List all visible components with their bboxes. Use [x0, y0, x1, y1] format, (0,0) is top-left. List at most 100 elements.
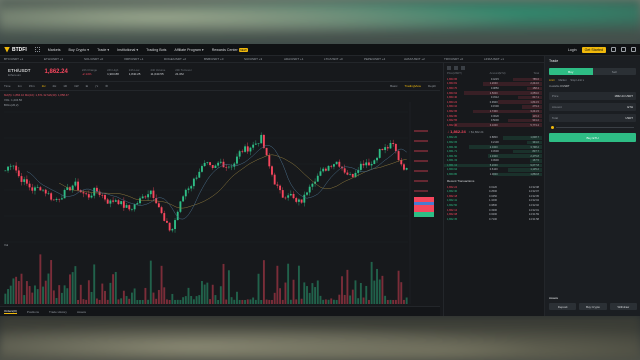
- buy-submit-button[interactable]: Buy ETH: [549, 133, 636, 142]
- ask-row[interactable]: 1,862.40 3.1000 5,773.4: [444, 123, 542, 128]
- nav-affiliate[interactable]: Affiliate Program ▾: [174, 48, 203, 52]
- ticker-item[interactable]: ETH/USDT +1: [44, 57, 84, 61]
- nav-rewards[interactable]: Rewards Center NEW: [212, 47, 248, 52]
- volume-bar: [392, 300, 395, 304]
- trade-title: Trade: [549, 59, 559, 63]
- volume-bar: [362, 297, 365, 304]
- volume-bar: [219, 286, 222, 304]
- amount-slider[interactable]: [551, 126, 634, 129]
- deposit-button[interactable]: Deposit: [549, 303, 577, 310]
- settings-icon[interactable]: [631, 47, 636, 52]
- row-price: 1,860.80: [447, 173, 458, 177]
- volume-bar: [17, 281, 20, 304]
- volume-bar: [101, 283, 104, 304]
- register-button[interactable]: Get Started: [581, 46, 606, 53]
- candle-body: [144, 196, 147, 198]
- ticker-item[interactable]: BNB/USDT +0: [204, 57, 244, 61]
- apps-grid-icon[interactable]: [34, 47, 40, 52]
- bottom-tab[interactable]: Assets: [77, 310, 86, 314]
- candle-body: [405, 168, 408, 170]
- candle-body: [322, 168, 325, 172]
- nav-buy-crypto[interactable]: Buy Crypto ▾: [69, 48, 90, 52]
- order-type-stop-limit[interactable]: Stop Limit ▾: [570, 79, 584, 82]
- slider-track: [556, 127, 634, 128]
- volume-bar: [209, 299, 211, 304]
- download-icon[interactable]: [611, 47, 616, 52]
- ticker-item[interactable]: DOGE/USDT +2: [164, 57, 204, 61]
- price-input[interactable]: Price 1862.24 USDT: [549, 92, 636, 100]
- volume-bar: [351, 289, 354, 304]
- volume-bar: [79, 284, 82, 304]
- candle-body: [114, 200, 117, 202]
- bids-only-icon[interactable]: [454, 65, 458, 70]
- candle-body: [311, 183, 314, 187]
- nav-institutional[interactable]: Institutional ▾: [117, 48, 138, 52]
- asks-list: 1,863.95 0.4215 785.6 1,863.81 1.2040 2,244.0…: [444, 77, 542, 128]
- volume-bar: [400, 282, 403, 304]
- ticker-strip: BTC/USDT +1 ETH/USDT +1 SOL/USDT +0 XRP/USD…: [0, 56, 544, 63]
- buy-tab[interactable]: Buy: [549, 68, 593, 75]
- volume-bar: [327, 299, 330, 304]
- candle-body: [20, 176, 23, 182]
- ticker-item[interactable]: SUI/USDT +3: [244, 57, 284, 61]
- both-sides-icon[interactable]: [447, 65, 451, 70]
- asks-only-icon[interactable]: [461, 65, 465, 70]
- total-input[interactable]: Total USDT: [549, 114, 636, 122]
- logo[interactable]: BTDFI: [4, 46, 27, 53]
- trade-time: 14:32:07: [528, 190, 539, 194]
- row-price: 1,861.71: [447, 150, 458, 154]
- volume-bar: [77, 299, 80, 304]
- nav-trade[interactable]: Trade ▾: [97, 48, 109, 52]
- order-book: Price(USDT) Amount(ETH) Total 1,863.95 0.…: [443, 63, 542, 316]
- order-type-market[interactable]: Market: [558, 79, 566, 82]
- sell-tab[interactable]: Sell: [592, 68, 636, 75]
- volume-bar: [166, 299, 168, 304]
- volume-bar: [192, 299, 195, 304]
- candle-body: [330, 165, 333, 167]
- slider-handle[interactable]: [551, 126, 554, 129]
- amount-input[interactable]: Amount ETH: [549, 103, 636, 111]
- candle-body: [376, 157, 378, 161]
- ticker-item[interactable]: SOL/USDT +0: [84, 57, 124, 61]
- order-type-limit[interactable]: Limit: [549, 79, 554, 82]
- ticker-item[interactable]: AVAX/USDT +2: [404, 57, 444, 61]
- buy-crypto-button[interactable]: Buy Crypto: [579, 303, 607, 310]
- pair-selector[interactable]: ETH/USDT Ethereum: [8, 68, 31, 77]
- ticker-item[interactable]: LINK/USDT +1: [484, 57, 524, 61]
- volume-bar: [171, 293, 174, 304]
- trade-time: 14:31:59: [528, 213, 539, 217]
- volume-bar: [85, 299, 88, 304]
- bottom-tab[interactable]: Trade History: [49, 310, 67, 314]
- candle-body: [17, 170, 20, 177]
- nav-markets[interactable]: Markets: [48, 48, 61, 52]
- ticker-item[interactable]: LTC/USDT +0: [324, 57, 364, 61]
- login-link[interactable]: Login: [568, 48, 577, 52]
- candle-body: [303, 194, 306, 203]
- candle-body: [327, 165, 330, 171]
- ticker-item[interactable]: ADA/USDT +1: [284, 57, 324, 61]
- ticker-item[interactable]: PEPE/USDT +4: [364, 57, 404, 61]
- depth-bar: [483, 82, 542, 86]
- nav-trading-bots[interactable]: Trading Bots: [146, 48, 166, 52]
- volume-bar: [359, 283, 362, 304]
- row-amount: 0.0900: [490, 159, 499, 163]
- depth-bar: [493, 172, 542, 177]
- candle-body: [308, 186, 311, 193]
- candle-body: [389, 143, 392, 149]
- withdraw-button[interactable]: Withdraw: [609, 303, 637, 310]
- ticker-item[interactable]: XRP/USDT +1: [124, 57, 164, 61]
- candle-body: [82, 192, 85, 194]
- volume-bar: [306, 286, 308, 304]
- candle-body: [206, 162, 209, 163]
- globe-icon[interactable]: [621, 47, 626, 52]
- volume-bar: [357, 298, 360, 304]
- ticker-item[interactable]: TRX/USDT +0: [444, 57, 484, 61]
- ticker-item[interactable]: BTC/USDT +1: [4, 57, 44, 61]
- bottom-tab[interactable]: Positions: [27, 310, 39, 314]
- candle-body: [351, 173, 354, 178]
- row-price: 1,861.33: [447, 159, 458, 163]
- bid-row[interactable]: 1,860.80 1.0000 1,860.8: [444, 172, 542, 177]
- candlestick-chart[interactable]: Feb6121824Mar6121824Apr61218VolTV: [0, 82, 440, 304]
- bottom-tab[interactable]: Orders(0): [4, 309, 17, 314]
- candle-body: [349, 173, 352, 175]
